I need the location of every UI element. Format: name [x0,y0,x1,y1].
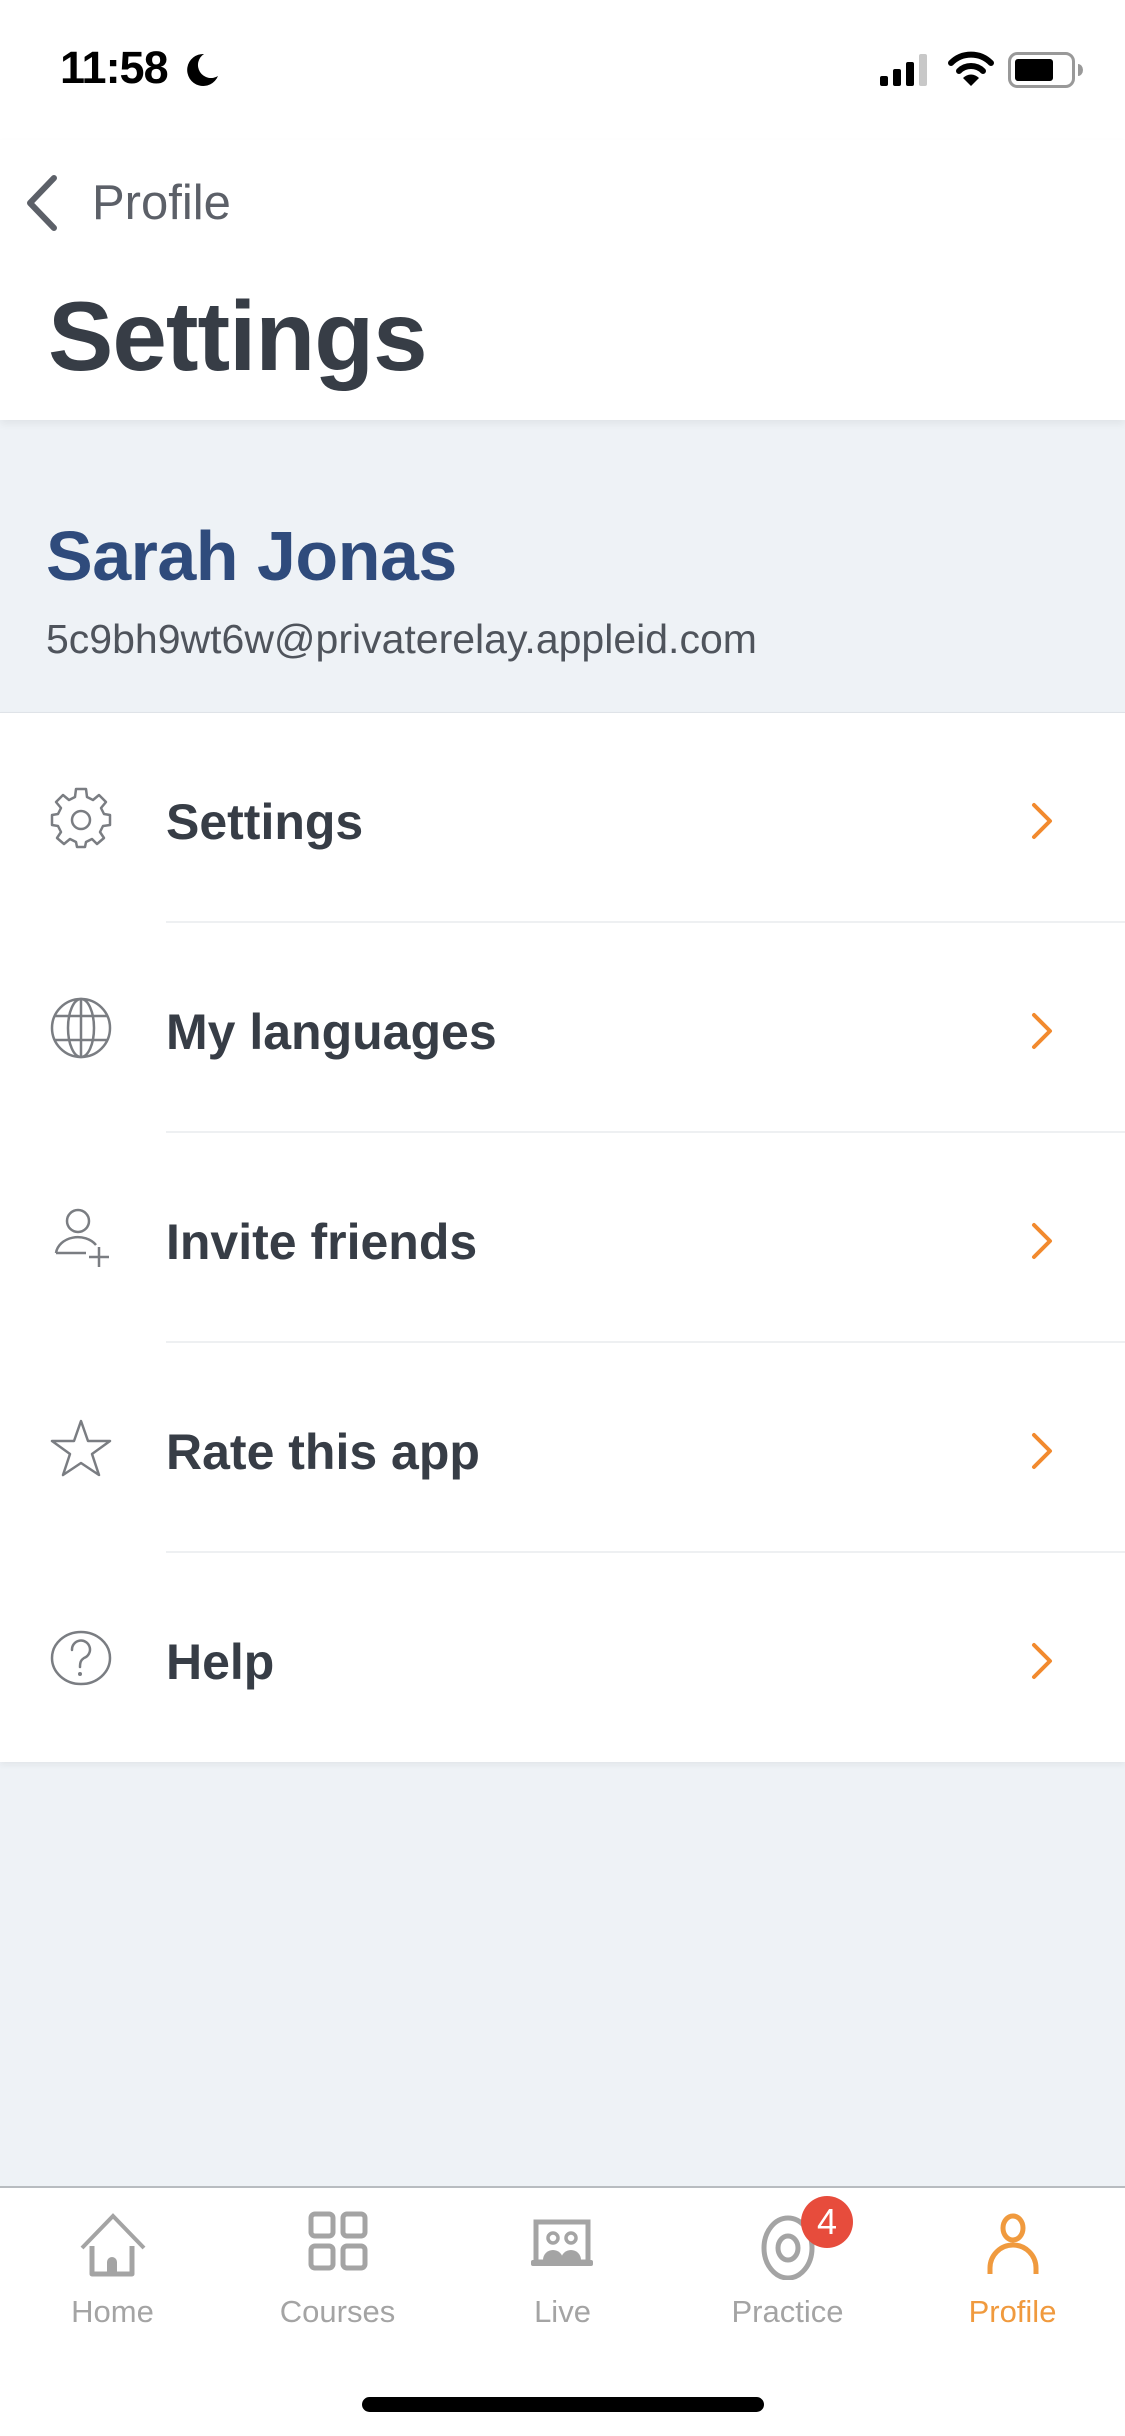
status-time: 11:58 [60,42,169,93]
menu-item-label: Help [166,1634,275,1690]
profile-email: 5c9bh9wt6w@privaterelay.appleid.com [46,616,757,662]
menu-item-rate-this-app[interactable]: Rate this app [0,1343,1125,1553]
profile-summary: Sarah Jonas 5c9bh9wt6w@privaterelay.appl… [0,420,1125,712]
menu-item-label: Invite friends [166,1214,478,1270]
add-user-icon [54,1208,109,1267]
grid-icon [308,2211,368,2271]
person-icon [987,2213,1039,2274]
back-button[interactable]: Profile [22,168,231,238]
help-circle-icon [50,1630,112,1686]
moon-icon [187,53,218,86]
chevron-right-icon [1032,1013,1052,1049]
page-title: Settings [48,281,428,391]
back-label: Profile [92,176,231,230]
status-bar: 11:58 [0,0,1125,140]
tab-label: Live [534,2294,591,2329]
wifi-icon [948,51,994,86]
tab-profile[interactable]: Profile [900,2188,1125,2348]
chevron-right-icon [1032,1433,1052,1469]
tab-live[interactable]: Live [450,2188,675,2348]
live-class-icon [531,2219,593,2266]
tab-practice[interactable]: 4 Practice [675,2188,900,2348]
chevron-right-icon [1032,1643,1052,1679]
menu-item-label: Settings [166,794,364,850]
profile-name: Sarah Jonas [46,517,457,595]
battery-icon [1008,52,1083,88]
notification-badge: 4 [801,2196,853,2248]
tab-label: Home [71,2294,154,2329]
tab-label: Profile [968,2294,1057,2329]
tab-courses[interactable]: Courses [225,2188,450,2348]
star-icon [50,1419,112,1477]
chevron-right-icon [1032,1223,1052,1259]
globe-icon [50,997,112,1059]
menu-item-invite-friends[interactable]: Invite friends [0,1133,1125,1343]
menu-item-label: My languages [166,1004,497,1060]
cellular-signal-icon [880,54,927,86]
home-indicator[interactable] [362,2397,764,2412]
menu-item-label: Rate this app [166,1424,480,1480]
tab-home[interactable]: Home [0,2188,225,2348]
gear-icon [50,787,112,849]
settings-menu: Settings My languages Invite friends Rat… [0,712,1125,1762]
home-icon [80,2213,146,2277]
tab-label: Courses [279,2294,396,2329]
menu-item-my-languages[interactable]: My languages [0,923,1125,1133]
chevron-right-icon [1032,803,1052,839]
tab-label: Practice [731,2294,844,2329]
menu-item-settings[interactable]: Settings [0,713,1125,923]
menu-item-help[interactable]: Help [0,1553,1125,1763]
chevron-left-icon [27,175,57,231]
nav-header: Profile Settings [0,140,1125,420]
